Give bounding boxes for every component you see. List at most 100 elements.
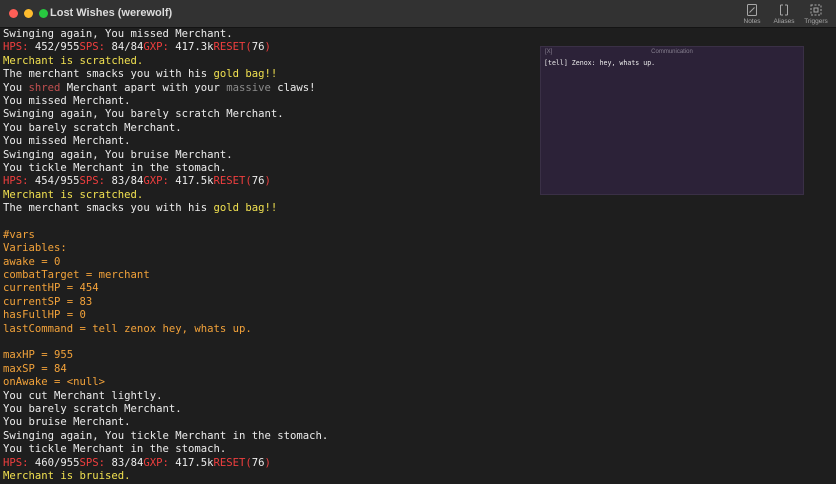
- output-line: You missed Merchant.: [3, 135, 523, 148]
- output-text: awake = 0: [3, 255, 61, 268]
- communication-title: Communication: [651, 49, 693, 55]
- output-text: You barely scratch Merchant.: [3, 121, 182, 134]
- window-controls: [9, 9, 48, 18]
- output-line: currentHP = 454: [3, 282, 523, 295]
- output-text: gold bag!!: [213, 68, 278, 81]
- close-window-button[interactable]: [9, 9, 18, 18]
- output-line: awake = 0: [3, 256, 523, 269]
- output-text: onAwake = <null>: [3, 376, 106, 389]
- output-text: SPS:: [79, 175, 112, 188]
- notes-icon: [747, 4, 757, 16]
- output-line: Swinging again, You missed Merchant.: [3, 28, 523, 41]
- output-line: Merchant is scratched.: [3, 189, 523, 202]
- output-text: HPS:: [3, 456, 35, 469]
- output-line: You tickle Merchant in the stomach.: [3, 443, 523, 456]
- output-blank-line: [3, 336, 523, 349]
- aliases-label: Aliases: [773, 18, 795, 25]
- output-line: Swinging again, You barely scratch Merch…: [3, 108, 523, 121]
- output-text: Merchant is bruised.: [3, 469, 131, 482]
- output-text: currentSP = 83: [3, 295, 93, 308]
- output-line: HPS: 452/955SPS: 84/84GXP: 417.3kRESET(7…: [3, 41, 523, 54]
- triggers-label: Triggers: [804, 18, 828, 25]
- output-text: combatTarget = merchant: [3, 269, 150, 282]
- communication-messages: [tell] Zenox: hey, whats up.: [544, 59, 800, 68]
- output-text: 76: [251, 41, 265, 54]
- output-text: GXP:: [143, 175, 176, 188]
- output-line: You shred Merchant apart with your massi…: [3, 82, 523, 95]
- output-line: lastCommand = tell zenox hey, whats up.: [3, 323, 523, 336]
- window-title: Lost Wishes (werewolf): [50, 7, 173, 19]
- notes-label: Notes: [743, 18, 761, 25]
- zoom-window-button[interactable]: [39, 9, 48, 18]
- output-text: maxHP = 955: [3, 349, 74, 362]
- output-text: gold bag!!: [213, 202, 278, 215]
- output-line: Merchant is bruised.: [3, 470, 523, 483]
- output-text: You tickle Merchant in the stomach.: [3, 443, 227, 456]
- output-text: Swinging again, You missed Merchant.: [3, 28, 233, 40]
- output-text: lastCommand = tell zenox hey, whats up.: [3, 322, 252, 335]
- triggers-button[interactable]: Triggers: [804, 3, 828, 25]
- output-line: Swinging again, You bruise Merchant.: [3, 149, 523, 162]
- output-line: currentSP = 83: [3, 296, 523, 309]
- output-text: 460/955: [34, 456, 80, 469]
- output-text: You barely scratch Merchant.: [3, 402, 182, 415]
- output-text: Merchant is scratched.: [3, 54, 144, 67]
- output-line: You missed Merchant.: [3, 95, 523, 108]
- output-text: HPS:: [3, 175, 35, 188]
- output-text: RESET(: [213, 41, 252, 54]
- output-text: GXP:: [143, 456, 176, 469]
- output-text: Swinging again, You tickle Merchant in t…: [3, 429, 329, 442]
- output-text: You: [3, 81, 29, 94]
- output-line: #vars: [3, 229, 523, 242]
- minimize-window-button[interactable]: [24, 9, 33, 18]
- output-text: 76: [251, 456, 265, 469]
- output-text: Swinging again, You bruise Merchant.: [3, 148, 233, 161]
- output-line: HPS: 454/955SPS: 83/84GXP: 417.5kRESET(7…: [3, 175, 523, 188]
- output-text: 417.3k: [175, 41, 214, 54]
- output-text: RESET(: [213, 175, 252, 188]
- toolbar: Notes Aliases Triggers: [740, 3, 828, 25]
- output-text: 417.5k: [175, 175, 214, 188]
- output-text: shred: [28, 81, 61, 94]
- output-line: maxHP = 955: [3, 349, 523, 362]
- output-text: The merchant smacks you with his: [3, 68, 214, 81]
- output-text: Merchant is scratched.: [3, 188, 144, 201]
- output-text: ): [264, 456, 271, 469]
- triggers-icon: [810, 4, 822, 16]
- output-line: Swinging again, You tickle Merchant in t…: [3, 430, 523, 443]
- aliases-button[interactable]: Aliases: [772, 3, 796, 25]
- output-text: massive: [226, 81, 271, 94]
- output-line: The merchant smacks you with his gold ba…: [3, 202, 523, 215]
- output-line: combatTarget = merchant: [3, 269, 523, 282]
- output-text: You tickle Merchant in the stomach.: [3, 161, 227, 174]
- output-text: Swinging again, You barely scratch Merch…: [3, 108, 284, 121]
- output-line: You cut Merchant lightly.: [3, 390, 523, 403]
- output-text: 452/955: [34, 41, 80, 54]
- output-text: HPS:: [3, 41, 35, 54]
- output-text: You missed Merchant.: [3, 135, 131, 148]
- output-text: 454/955: [34, 175, 80, 188]
- output-text: Variables:: [3, 242, 67, 255]
- communication-window: [X] Communication [tell] Zenox: hey, wha…: [540, 46, 804, 195]
- output-line: You barely scratch Merchant.: [3, 122, 523, 135]
- output-text: 84/84: [111, 41, 144, 54]
- output-text: GXP:: [143, 41, 176, 54]
- title-bar: Lost Wishes (werewolf) Notes Aliases Tri…: [0, 0, 836, 28]
- output-line: HPS: 460/955SPS: 83/84GXP: 417.5kRESET(7…: [3, 457, 523, 470]
- mud-output-pane[interactable]: Swinging again, You missed Merchant. HPS:…: [3, 28, 523, 484]
- output-line: You bruise Merchant.: [3, 416, 523, 429]
- output-text: maxSP = 84: [3, 362, 67, 375]
- output-text: #vars: [3, 228, 35, 241]
- output-line: Variables:: [3, 242, 523, 255]
- output-text: hasFullHP = 0: [3, 309, 86, 322]
- output-text: SPS:: [79, 456, 112, 469]
- output-text: 83/84: [111, 456, 144, 469]
- output-line: hasFullHP = 0: [3, 309, 523, 322]
- aliases-icon: [780, 4, 788, 16]
- output-line: maxSP = 84: [3, 363, 523, 376]
- app-window: Lost Wishes (werewolf) Notes Aliases Tri…: [0, 0, 836, 484]
- output-line: The merchant smacks you with his gold ba…: [3, 68, 523, 81]
- output-text: RESET(: [213, 456, 252, 469]
- notes-button[interactable]: Notes: [740, 3, 764, 25]
- output-line: You barely scratch Merchant.: [3, 403, 523, 416]
